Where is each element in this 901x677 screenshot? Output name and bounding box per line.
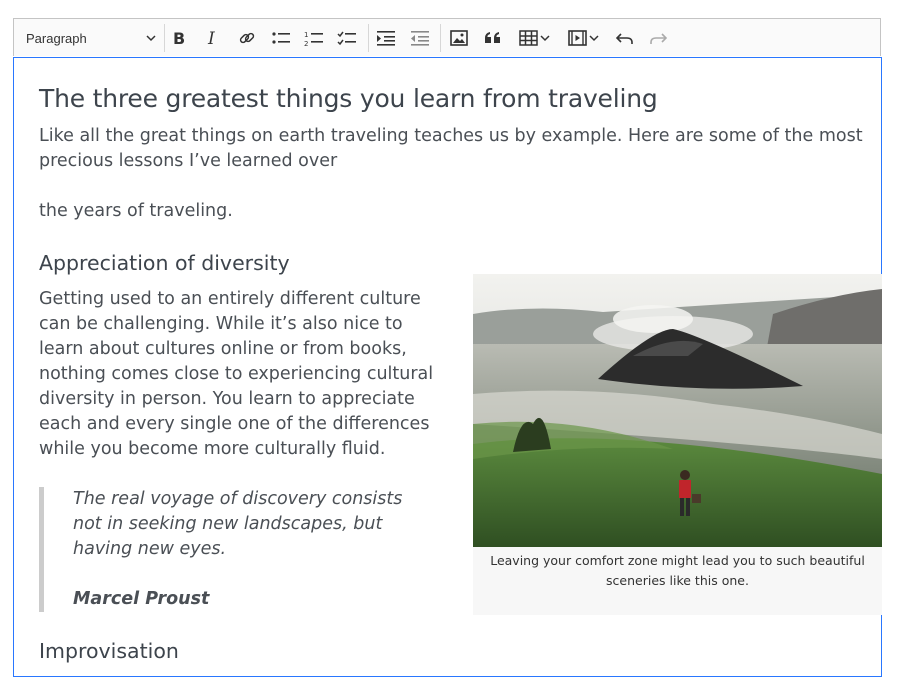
outdent-button[interactable] xyxy=(409,19,431,57)
svg-text:I: I xyxy=(207,29,215,47)
volcano-landscape-image[interactable] xyxy=(473,274,882,547)
block-quote-button[interactable] xyxy=(482,19,504,57)
caption-line: Leaving your comfort zone might lead you… xyxy=(490,553,865,568)
quote-line: not in seeking new landscapes, but xyxy=(73,514,383,534)
italic-icon: I xyxy=(207,29,215,47)
toolbar-separator xyxy=(440,24,441,52)
paragraph-line: each and every single one of the differe… xyxy=(39,414,430,434)
svg-text:B: B xyxy=(173,29,185,47)
intro-paragraph: Like all the great things on earth trave… xyxy=(39,124,863,174)
bulleted-list-button[interactable] xyxy=(270,19,292,57)
editor-content-area[interactable]: The three greatest things you learn from… xyxy=(13,57,882,677)
chevron-down-icon xyxy=(146,35,156,42)
redo-button[interactable] xyxy=(647,19,669,57)
intro-line: precious lessons I’ve learned over xyxy=(39,151,338,171)
numbered-list-button[interactable]: 12 xyxy=(303,19,325,57)
todo-list-icon xyxy=(337,31,356,46)
link-icon xyxy=(239,32,255,44)
paragraph-line: learn about cultures online or from book… xyxy=(39,339,407,359)
paragraph-line: while you become more culturally fluid. xyxy=(39,439,386,459)
paragraph-line: diversity in person. You learn to apprec… xyxy=(39,389,415,409)
paragraph-format-dropdown[interactable]: Paragraph xyxy=(26,19,156,57)
table-icon xyxy=(519,30,538,46)
bold-icon: B xyxy=(173,29,185,47)
block-quote: The real voyage of discovery consists no… xyxy=(39,487,403,612)
paragraph-format-label: Paragraph xyxy=(26,30,87,46)
media-icon xyxy=(568,30,587,46)
chevron-down-icon xyxy=(589,35,599,42)
insert-media-button[interactable] xyxy=(564,19,604,57)
numbered-list-icon: 12 xyxy=(304,31,323,47)
bold-button[interactable]: B xyxy=(169,19,189,57)
document-title: The three greatest things you learn from… xyxy=(39,84,658,113)
editor-toolbar: Paragraph B I 12 xyxy=(13,18,881,56)
quote-line: having new eyes. xyxy=(73,539,227,559)
image-caption: Leaving your comfort zone might lead you… xyxy=(473,551,882,591)
chevron-down-icon xyxy=(540,35,550,42)
quote-author: Marcel Proust xyxy=(73,589,210,609)
diversity-paragraph: Getting used to an entirely different cu… xyxy=(39,287,433,462)
bulleted-list-icon xyxy=(272,32,290,44)
intro-line: Like all the great things on earth trave… xyxy=(39,126,863,146)
image-figure[interactable]: Leaving your comfort zone might lead you… xyxy=(473,274,882,615)
insert-table-button[interactable] xyxy=(515,19,555,57)
indent-icon xyxy=(377,31,395,46)
redo-icon xyxy=(650,33,667,44)
undo-icon xyxy=(616,33,633,44)
insert-image-button[interactable] xyxy=(448,19,470,57)
quote-line: The real voyage of discovery consists xyxy=(73,489,403,509)
svg-text:1: 1 xyxy=(304,31,308,39)
outdent-icon xyxy=(411,31,429,46)
italic-button[interactable]: I xyxy=(203,19,223,57)
section-heading-diversity: Appreciation of diversity xyxy=(39,251,290,275)
indent-button[interactable] xyxy=(375,19,397,57)
quote-icon xyxy=(485,32,500,43)
caption-line: sceneries like this one. xyxy=(606,573,749,588)
link-button[interactable] xyxy=(236,19,258,57)
todo-list-button[interactable] xyxy=(336,19,358,57)
toolbar-separator xyxy=(164,24,165,52)
section-heading-improvisation: Improvisation xyxy=(39,639,179,663)
paragraph-line: nothing comes close to experiencing cult… xyxy=(39,364,434,384)
image-icon xyxy=(450,30,468,46)
intro-paragraph-continued: the years of traveling. xyxy=(39,201,233,221)
svg-text:2: 2 xyxy=(304,40,308,47)
paragraph-line: can be challenging. While it’s also nice… xyxy=(39,314,403,334)
toolbar-separator xyxy=(368,24,369,52)
undo-button[interactable] xyxy=(614,19,636,57)
paragraph-line: Getting used to an entirely different cu… xyxy=(39,289,421,309)
